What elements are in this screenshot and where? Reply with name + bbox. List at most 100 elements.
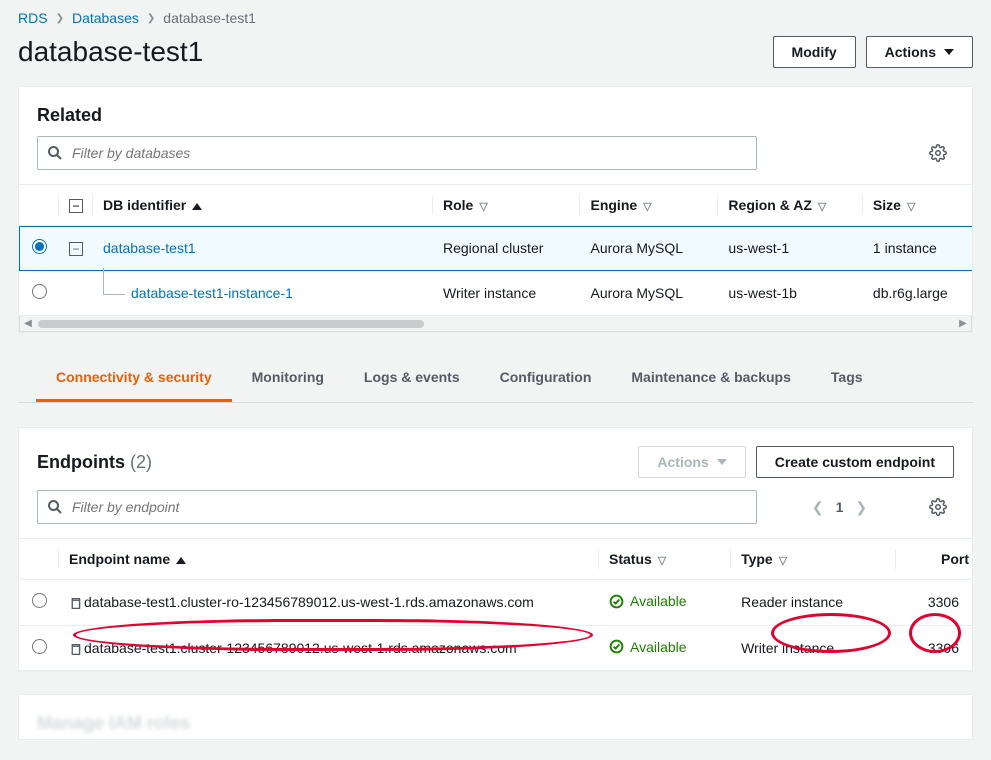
row-radio[interactable] <box>32 239 47 254</box>
cell-engine: Aurora MySQL <box>580 271 718 316</box>
scroll-thumb[interactable] <box>38 320 424 328</box>
create-custom-endpoint-button[interactable]: Create custom endpoint <box>756 446 954 478</box>
related-panel: Related − DB identifier Role▽ Engine▽ Re… <box>18 86 973 333</box>
collapse-icon[interactable]: − <box>69 242 83 256</box>
actions-dropdown-button[interactable]: Actions <box>866 36 973 68</box>
breadcrumb-databases[interactable]: Databases <box>72 10 139 26</box>
endpoints-table: Endpoint name Status▽ Type▽ Port databas… <box>19 538 972 671</box>
col-db-identifier[interactable]: DB identifier <box>93 185 433 226</box>
col-port[interactable]: Port <box>896 539 972 580</box>
related-filter-input[interactable] <box>37 136 757 170</box>
page-number: 1 <box>836 499 844 515</box>
search-icon <box>47 145 63 161</box>
status-badge: Available <box>609 639 687 655</box>
related-search <box>37 136 757 170</box>
endpoints-panel: Endpoints (2) Actions Create custom endp… <box>18 427 973 672</box>
breadcrumb: RDS ❯ Databases ❯ database-test1 <box>0 0 991 32</box>
col-type[interactable]: Type▽ <box>731 539 896 580</box>
col-size[interactable]: Size▽ <box>863 185 972 226</box>
horizontal-scrollbar[interactable]: ◀ ▶ <box>19 316 972 332</box>
table-row[interactable]: database-test1.cluster-ro-123456789012.u… <box>19 580 972 626</box>
related-title: Related <box>19 105 972 136</box>
row-radio[interactable] <box>32 593 47 608</box>
cell-role: Regional cluster <box>433 226 580 271</box>
settings-button[interactable] <box>922 137 954 169</box>
cell-type: Writer instance <box>731 625 896 671</box>
table-row[interactable]: − database-test1 Regional cluster Aurora… <box>19 226 972 271</box>
settings-button[interactable] <box>922 491 954 523</box>
filter-icon: ▽ <box>779 554 787 567</box>
row-radio[interactable] <box>32 639 47 654</box>
modify-button[interactable]: Modify <box>773 36 856 68</box>
filter-icon: ▽ <box>907 200 915 213</box>
cell-size: db.r6g.large <box>863 271 972 316</box>
col-role[interactable]: Role▽ <box>433 185 580 226</box>
gear-icon <box>929 498 947 516</box>
pagination: ❮ 1 ❯ <box>812 499 867 516</box>
table-row[interactable]: database-test1.cluster-123456789012.us-w… <box>19 625 972 671</box>
col-engine[interactable]: Engine▽ <box>580 185 718 226</box>
scroll-right-icon[interactable]: ▶ <box>955 318 971 329</box>
chevron-right-icon: ❯ <box>56 13 64 24</box>
cell-engine: Aurora MySQL <box>580 226 718 271</box>
tab-monitoring[interactable]: Monitoring <box>232 355 344 402</box>
filter-icon: ▽ <box>818 200 826 213</box>
actions-label: Actions <box>885 44 936 60</box>
col-select <box>19 185 59 226</box>
table-row[interactable]: database-test1-instance-1 Writer instanc… <box>19 271 972 316</box>
tree-indent-icon <box>103 294 125 295</box>
col-region-az[interactable]: Region & AZ▽ <box>718 185 863 226</box>
endpoints-search <box>37 490 757 524</box>
cell-port: 3306 <box>896 580 972 626</box>
tab-configuration[interactable]: Configuration <box>480 355 612 402</box>
page-header: database-test1 Modify Actions <box>0 32 991 86</box>
scroll-left-icon[interactable]: ◀ <box>20 318 36 329</box>
tab-logs-events[interactable]: Logs & events <box>344 355 480 402</box>
col-endpoint-name[interactable]: Endpoint name <box>59 539 599 580</box>
chevron-right-icon: ❯ <box>147 13 155 24</box>
endpoint-name: database-test1.cluster-ro-123456789012.u… <box>84 594 534 610</box>
col-expand[interactable]: − <box>59 185 93 226</box>
check-circle-icon <box>609 594 624 609</box>
page-next-icon[interactable]: ❯ <box>855 499 867 516</box>
collapse-icon: − <box>69 199 83 213</box>
check-circle-icon <box>609 639 624 654</box>
caret-down-icon <box>944 49 954 55</box>
related-table: − DB identifier Role▽ Engine▽ Region & A… <box>19 184 972 316</box>
cell-role: Writer instance <box>433 271 580 316</box>
cell-region: us-west-1 <box>718 226 863 271</box>
breadcrumb-current: database-test1 <box>163 10 256 26</box>
endpoints-filter-input[interactable] <box>37 490 757 524</box>
caret-down-icon <box>717 459 727 465</box>
endpoints-table-wrap: Endpoint name Status▽ Type▽ Port databas… <box>19 538 972 671</box>
status-badge: Available <box>609 593 687 609</box>
sort-asc-icon <box>176 557 186 564</box>
tab-connectivity-security[interactable]: Connectivity & security <box>36 355 232 402</box>
detail-tabs: Connectivity & security Monitoring Logs … <box>18 355 973 403</box>
related-table-wrap: − DB identifier Role▽ Engine▽ Region & A… <box>19 184 972 316</box>
col-select <box>19 539 59 580</box>
breadcrumb-root[interactable]: RDS <box>18 10 48 26</box>
cell-port: 3306 <box>896 625 972 671</box>
db-identifier-link[interactable]: database-test1 <box>103 240 196 256</box>
col-status[interactable]: Status▽ <box>599 539 731 580</box>
endpoint-name: database-test1.cluster-123456789012.us-w… <box>84 640 517 656</box>
cell-type: Reader instance <box>731 580 896 626</box>
filter-icon: ▽ <box>643 200 651 213</box>
tab-tags[interactable]: Tags <box>811 355 883 402</box>
row-radio[interactable] <box>32 284 47 299</box>
copy-icon[interactable] <box>69 597 82 610</box>
filter-icon: ▽ <box>658 554 666 567</box>
cell-size: 1 instance <box>863 226 972 271</box>
copy-icon[interactable] <box>69 643 82 656</box>
iam-roles-panel-peek: Manage IAM roles <box>18 694 973 740</box>
gear-icon <box>929 144 947 162</box>
search-icon <box>47 499 63 515</box>
db-identifier-link[interactable]: database-test1-instance-1 <box>131 285 293 301</box>
endpoints-actions-button[interactable]: Actions <box>638 446 745 478</box>
endpoints-title: Endpoints (2) <box>37 452 152 473</box>
page-prev-icon[interactable]: ❮ <box>812 499 824 516</box>
filter-icon: ▽ <box>479 200 487 213</box>
tab-maintenance-backups[interactable]: Maintenance & backups <box>611 355 811 402</box>
cell-region: us-west-1b <box>718 271 863 316</box>
